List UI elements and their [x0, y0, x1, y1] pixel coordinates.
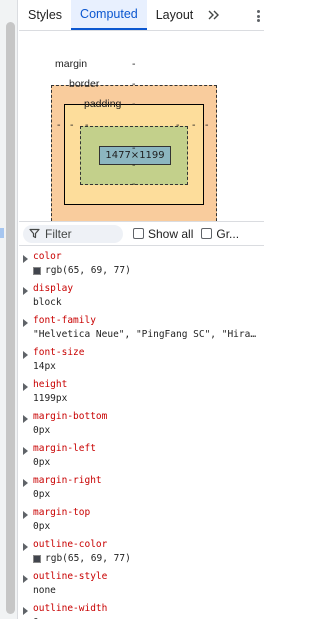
- property-value: none: [33, 585, 56, 596]
- property-value: 1199px: [33, 393, 68, 404]
- more-tabs-button[interactable]: [202, 0, 226, 30]
- property-value: rgb(65, 69, 77): [45, 553, 131, 564]
- property-name: outline-style: [33, 571, 108, 582]
- margin-top-value[interactable]: -: [132, 58, 136, 70]
- margin-left-value[interactable]: -: [57, 119, 61, 131]
- padding-bottom-value[interactable]: -: [132, 142, 136, 154]
- computed-properties-list: color rgb(65, 69, 77) display block font-fam…: [19, 250, 264, 619]
- border-bottom-value[interactable]: -: [132, 159, 136, 171]
- margin-bottom-value[interactable]: -: [132, 178, 136, 190]
- expand-arrow-icon[interactable]: [23, 319, 28, 327]
- property-name: outline-width: [33, 603, 108, 614]
- property-value-line: rgb(65, 69, 77): [33, 552, 264, 566]
- expand-arrow-icon[interactable]: [23, 287, 28, 295]
- property-value-line: 0px: [33, 488, 264, 502]
- gutter-marker: [0, 228, 4, 238]
- property-value: 0px: [33, 521, 51, 532]
- property-name: font-size: [33, 347, 85, 358]
- property-name: height: [33, 379, 68, 390]
- expand-arrow-icon[interactable]: [23, 575, 28, 583]
- filter-bar: Filter Show all Gr...: [19, 221, 264, 246]
- property-value-line: none: [33, 584, 264, 598]
- expand-arrow-icon[interactable]: [23, 415, 28, 423]
- padding-top-value[interactable]: -: [132, 98, 136, 110]
- property-value: 0px: [33, 425, 51, 436]
- expand-arrow-icon[interactable]: [23, 255, 28, 263]
- expand-arrow-icon[interactable]: [23, 447, 28, 455]
- property-value-line: block: [33, 296, 264, 310]
- computed-property-row[interactable]: margin-bottom 0px: [19, 410, 264, 442]
- computed-property-row[interactable]: outline-style none: [19, 570, 264, 602]
- expand-arrow-icon[interactable]: [23, 511, 28, 519]
- border-top-value[interactable]: -: [132, 78, 136, 90]
- filter-placeholder: Filter: [45, 226, 72, 241]
- padding-right-value[interactable]: -: [176, 119, 180, 131]
- left-scrollbar[interactable]: [0, 0, 18, 619]
- expand-arrow-icon[interactable]: [23, 383, 28, 391]
- padding-left-value[interactable]: -: [85, 119, 89, 131]
- margin-label: margin: [55, 58, 88, 70]
- property-value: rgb(65, 69, 77): [45, 265, 131, 276]
- property-name: outline-color: [33, 539, 108, 550]
- panel-menu-button[interactable]: [256, 10, 260, 22]
- border-label: border: [69, 78, 100, 90]
- property-value-line: 0px: [33, 424, 264, 438]
- computed-property-row[interactable]: display block: [19, 282, 264, 314]
- property-name: color: [33, 251, 62, 262]
- computed-property-row[interactable]: font-family "Helvetica Neue", "PingFang S…: [19, 314, 264, 346]
- margin-right-value[interactable]: -: [205, 119, 209, 131]
- property-value-line: rgb(65, 69, 77): [33, 264, 264, 278]
- computed-property-row[interactable]: margin-right 0px: [19, 474, 264, 506]
- property-value-line: 14px: [33, 360, 264, 374]
- padding-label: padding: [84, 98, 122, 110]
- property-value-line: 0px: [33, 456, 264, 470]
- property-name: margin-right: [33, 475, 102, 486]
- filter-icon: [29, 228, 40, 239]
- expand-arrow-icon[interactable]: [23, 543, 28, 551]
- tab-styles[interactable]: Styles: [19, 0, 71, 30]
- property-value-line: 1199px: [33, 392, 264, 406]
- property-value: "Helvetica Neue", "PingFang SC", "Hira…: [33, 329, 257, 340]
- show-all-label: Show all: [148, 226, 194, 241]
- color-swatch-icon[interactable]: [33, 555, 41, 563]
- group-label: Gr...: [216, 226, 240, 241]
- computed-property-row[interactable]: color rgb(65, 69, 77): [19, 250, 264, 282]
- computed-property-row[interactable]: margin-left 0px: [19, 442, 264, 474]
- tab-layout[interactable]: Layout: [147, 0, 203, 30]
- expand-arrow-icon[interactable]: [23, 351, 28, 359]
- property-value-line: "Helvetica Neue", "PingFang SC", "Hira…: [33, 328, 264, 342]
- property-name: margin-left: [33, 443, 96, 454]
- tab-computed[interactable]: Computed: [71, 0, 147, 30]
- property-value: block: [33, 297, 62, 308]
- group-checkbox[interactable]: Gr...: [201, 227, 239, 241]
- expand-arrow-icon[interactable]: [23, 607, 28, 615]
- property-name: margin-bottom: [33, 411, 108, 422]
- show-all-checkbox-box[interactable]: [133, 228, 144, 239]
- property-value: 0px: [33, 489, 51, 500]
- devtools-computed-panel: Styles Computed Layout 1477×1199 margin …: [19, 0, 264, 619]
- computed-property-row[interactable]: font-size 14px: [19, 346, 264, 378]
- filter-input[interactable]: Filter: [23, 224, 123, 243]
- expand-arrow-icon[interactable]: [23, 479, 28, 487]
- computed-property-row[interactable]: outline-width0px: [19, 602, 264, 619]
- computed-property-row[interactable]: margin-top 0px: [19, 506, 264, 538]
- group-checkbox-box[interactable]: [201, 228, 213, 239]
- property-value: 14px: [33, 361, 56, 372]
- color-swatch-icon[interactable]: [33, 267, 41, 275]
- box-model-diagram: 1477×1199 margin border padding - - - - …: [19, 31, 264, 226]
- show-all-checkbox[interactable]: Show all: [133, 227, 193, 241]
- border-right-value[interactable]: -: [192, 119, 196, 131]
- border-left-value[interactable]: -: [70, 119, 74, 131]
- chevrons-right-icon: [208, 10, 220, 20]
- left-scrollbar-thumb[interactable]: [6, 22, 15, 614]
- computed-property-row[interactable]: height 1199px: [19, 378, 264, 410]
- tab-bar: Styles Computed Layout: [19, 0, 264, 31]
- computed-property-row[interactable]: outline-color rgb(65, 69, 77): [19, 538, 264, 570]
- property-value: 0px: [33, 457, 51, 468]
- property-name: font-family: [33, 315, 96, 326]
- property-value-line: 0px: [33, 520, 264, 534]
- property-name: display: [33, 283, 74, 294]
- property-name: margin-top: [33, 507, 91, 518]
